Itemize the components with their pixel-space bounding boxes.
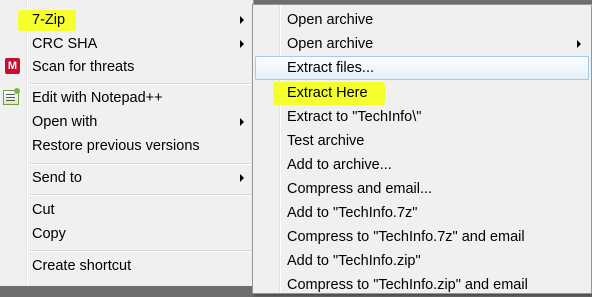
submenu-item-add-to-archive[interactable]: Add to archive... bbox=[255, 153, 589, 177]
menu-separator bbox=[30, 163, 251, 165]
submenu-item-extract-files[interactable]: Extract files... bbox=[255, 56, 589, 80]
menu-item-label: Create shortcut bbox=[32, 258, 132, 274]
menu-item-label: Open with bbox=[32, 114, 98, 130]
menu-item-label: Copy bbox=[32, 226, 66, 242]
submenu-item-compress-zip-email[interactable]: Compress to "TechInfo.zip" and email bbox=[255, 273, 589, 297]
menu-item-open-with[interactable]: Open with bbox=[0, 110, 252, 134]
menu-item-create-shortcut[interactable]: Create shortcut bbox=[0, 254, 252, 278]
submenu-arrow-icon bbox=[240, 174, 244, 182]
7zip-submenu: Open archive Open archive Extract files.… bbox=[252, 4, 592, 294]
submenu-arrow-icon bbox=[240, 40, 244, 48]
menu-item-scan-for-threats[interactable]: M Scan for threats bbox=[0, 55, 252, 79]
menu-item-label: Scan for threats bbox=[32, 59, 135, 75]
submenu-item-label: Extract files... bbox=[287, 60, 375, 76]
menu-separator bbox=[30, 250, 251, 252]
menu-item-restore-previous-versions[interactable]: Restore previous versions bbox=[0, 134, 252, 158]
submenu-item-open-archive-more[interactable]: Open archive bbox=[255, 32, 589, 56]
menu-item-label: Restore previous versions bbox=[32, 138, 200, 154]
menu-item-copy[interactable]: Copy bbox=[0, 222, 252, 246]
menu-item-label: CRC SHA bbox=[32, 36, 98, 52]
submenu-item-label: Compress and email... bbox=[287, 181, 433, 197]
mcafee-shield-icon: M bbox=[5, 58, 20, 74]
submenu-arrow-icon bbox=[240, 16, 244, 24]
submenu-item-compress-and-email[interactable]: Compress and email... bbox=[255, 177, 589, 201]
menu-item-send-to[interactable]: Send to bbox=[0, 166, 252, 190]
notepad-plus-plus-icon bbox=[3, 88, 20, 105]
submenu-item-label: Add to archive... bbox=[287, 157, 392, 173]
menu-item-edit-notepadpp[interactable]: Edit with Notepad++ bbox=[0, 86, 252, 110]
submenu-item-add-to-zip[interactable]: Add to "TechInfo.zip" bbox=[255, 249, 589, 273]
submenu-item-label: Extract to "TechInfo\" bbox=[287, 109, 422, 125]
submenu-item-label: Open archive bbox=[287, 36, 374, 52]
menu-item-label: Extract All... bbox=[32, 0, 109, 8]
submenu-arrow-icon bbox=[577, 40, 581, 48]
menu-separator bbox=[30, 83, 251, 85]
menu-item-label: Edit with Notepad++ bbox=[32, 90, 163, 106]
menu-separator bbox=[30, 194, 251, 196]
submenu-item-compress-7z-email[interactable]: Compress to "TechInfo.7z" and email bbox=[255, 225, 589, 249]
submenu-item-label: Add to "TechInfo.7z" bbox=[287, 205, 418, 221]
submenu-item-label: Open archive bbox=[287, 12, 374, 28]
menu-item-extract-all[interactable]: Extract All... bbox=[0, 0, 252, 8]
submenu-arrow-icon bbox=[240, 118, 244, 126]
submenu-item-extract-to-folder[interactable]: Extract to "TechInfo\" bbox=[255, 105, 589, 129]
submenu-item-label: Compress to "TechInfo.7z" and email bbox=[287, 229, 525, 245]
submenu-item-open-archive[interactable]: Open archive bbox=[255, 8, 589, 32]
menu-item-label: 7-Zip bbox=[32, 12, 66, 28]
submenu-item-label: Add to "TechInfo.zip" bbox=[287, 253, 421, 269]
submenu-item-add-to-7z[interactable]: Add to "TechInfo.7z" bbox=[255, 201, 589, 225]
context-menu: Extract All... 7-Zip CRC SHA M Scan for … bbox=[0, 0, 254, 286]
submenu-item-extract-here[interactable]: Extract Here bbox=[255, 81, 589, 105]
submenu-item-test-archive[interactable]: Test archive bbox=[255, 129, 589, 153]
submenu-item-label: Extract Here bbox=[287, 85, 368, 101]
menu-item-label: Send to bbox=[32, 170, 82, 186]
submenu-item-label: Test archive bbox=[287, 133, 365, 149]
submenu-item-label: Compress to "TechInfo.zip" and email bbox=[287, 277, 528, 293]
menu-item-7zip[interactable]: 7-Zip bbox=[0, 8, 252, 32]
menu-item-crc-sha[interactable]: CRC SHA bbox=[0, 32, 252, 56]
menu-item-cut[interactable]: Cut bbox=[0, 198, 252, 222]
menu-item-label: Cut bbox=[32, 202, 55, 218]
